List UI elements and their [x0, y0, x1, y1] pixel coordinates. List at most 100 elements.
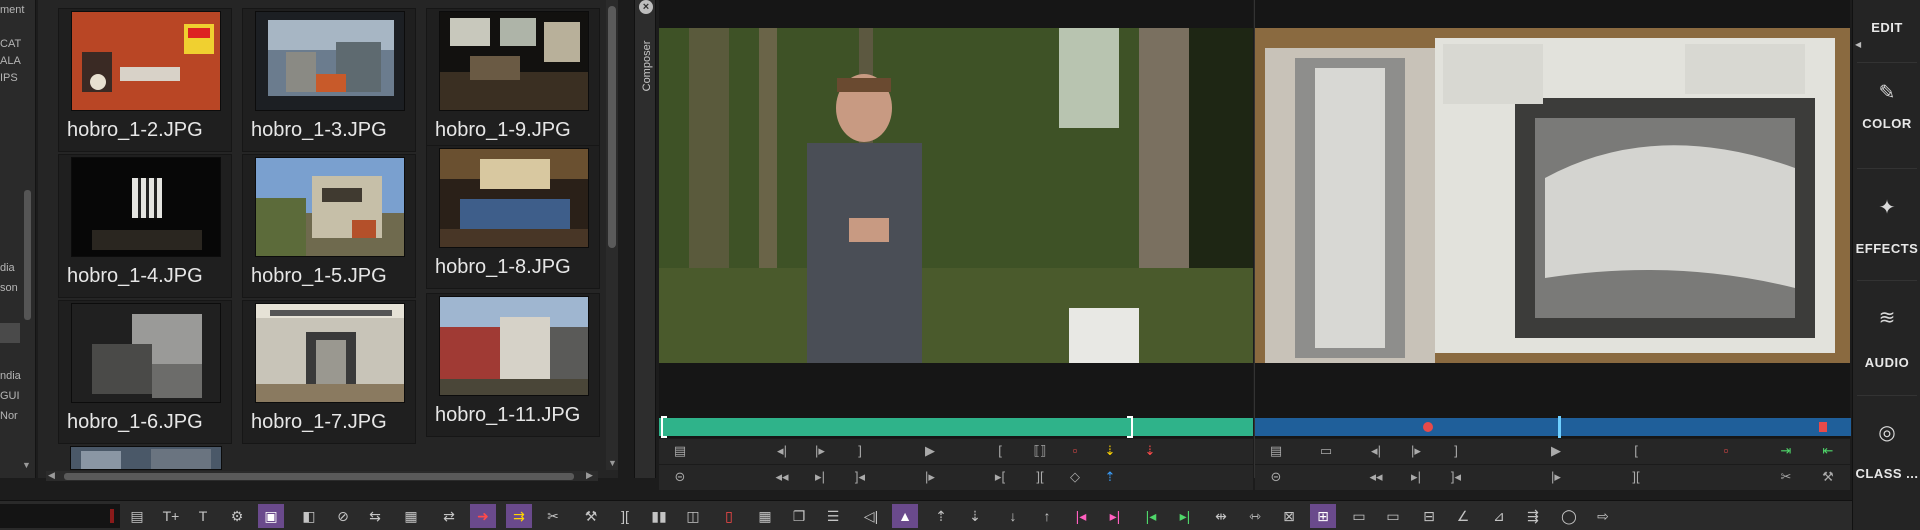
reorder-icon[interactable]: ⇆: [362, 504, 388, 528]
angle-icon[interactable]: ∠: [1450, 504, 1476, 528]
go-to-in-icon[interactable]: ▸|: [809, 469, 831, 485]
workspace-audio[interactable]: ≋ AUDIO: [1853, 305, 1920, 370]
clear-marks-icon[interactable]: ▫: [1715, 443, 1737, 458]
rewind-icon[interactable]: ◂◂: [1365, 469, 1387, 485]
project-item-label[interactable]: son: [0, 282, 18, 294]
segment-icon[interactable]: ⚒: [1817, 469, 1839, 485]
circle-icon[interactable]: ◯: [1556, 504, 1582, 528]
splice-in-icon[interactable]: ⇣: [1099, 443, 1121, 459]
project-item-label[interactable]: IPS: [0, 72, 18, 84]
trim-green-icon[interactable]: |◂: [1138, 504, 1164, 528]
bin-clip-thumbnail[interactable]: hobro_1-7.JPG: [242, 300, 416, 444]
bin-clip-thumbnail[interactable]: [70, 446, 222, 470]
arrow-up-icon[interactable]: ↑: [1034, 504, 1060, 528]
bin-clip-thumbnail[interactable]: hobro_1-2.JPG: [58, 8, 232, 152]
mark-out-icon[interactable]: ]: [1445, 443, 1467, 458]
lift-icon[interactable]: ⇡: [1099, 469, 1121, 485]
speed-icon[interactable]: ⇶: [1520, 504, 1546, 528]
go-to-out-icon[interactable]: ]◂: [1445, 469, 1467, 485]
trim-both-icon[interactable]: ▮▮: [646, 504, 672, 528]
close-icon[interactable]: ×: [639, 0, 653, 14]
marker-icon[interactable]: ▯: [716, 504, 742, 528]
add-text-icon[interactable]: T+: [158, 504, 184, 528]
step-forward-icon[interactable]: |▸: [809, 443, 831, 459]
project-item-label[interactable]: ndia: [0, 370, 21, 382]
trim-pink-right-icon[interactable]: ▸|: [1102, 504, 1128, 528]
triangle-tool-icon[interactable]: ▲: [892, 504, 918, 528]
trim-icon[interactable]: ][: [1625, 469, 1647, 484]
overwrite-icon[interactable]: ➜: [470, 504, 496, 528]
fast-forward-icon[interactable]: |▸: [1545, 469, 1567, 485]
multicam-icon[interactable]: ⊠: [1276, 504, 1302, 528]
splice-icon[interactable]: ⇉: [506, 504, 532, 528]
bin-vertical-scroll-thumb[interactable]: [608, 6, 616, 248]
scroll-down-arrow-icon[interactable]: ▼: [608, 458, 617, 468]
render-icon[interactable]: ▭: [1380, 504, 1406, 528]
source-timeline-bar[interactable]: [659, 418, 1253, 436]
bin-clip-thumbnail[interactable]: hobro_1-4.JPG: [58, 154, 232, 298]
previous-edit-icon[interactable]: ◁|: [858, 504, 884, 528]
bin-clip-thumbnail[interactable]: hobro_1-5.JPG: [242, 154, 416, 298]
mirror-icon[interactable]: ⊿: [1486, 504, 1512, 528]
lift-icon[interactable]: ⇡: [928, 504, 954, 528]
slide-icon[interactable]: ⇿: [1242, 504, 1268, 528]
split-view-icon[interactable]: ◧: [296, 504, 322, 528]
play-icon[interactable]: ▶: [919, 443, 941, 459]
trim-green-right-icon[interactable]: ▸|: [1172, 504, 1198, 528]
bin-clip-thumbnail[interactable]: hobro_1-3.JPG: [242, 8, 416, 152]
mark-out-icon[interactable]: ]: [849, 443, 871, 458]
overwrite-icon[interactable]: ⇣: [1139, 443, 1161, 459]
timeline-menu-icon[interactable]: ▤: [124, 504, 150, 528]
step-back-icon[interactable]: ◂|: [1365, 443, 1387, 459]
marker-icon[interactable]: [1423, 422, 1433, 432]
clear-marks-icon[interactable]: ▫: [1064, 443, 1086, 458]
bin-horizontal-scroll-thumb[interactable]: [64, 473, 574, 480]
no-entry-icon[interactable]: ⊘: [330, 504, 356, 528]
trim-icon[interactable]: ][: [1029, 469, 1051, 484]
clip-menu-icon[interactable]: ▤: [669, 443, 691, 459]
project-item-selected[interactable]: [0, 323, 20, 343]
quad-split-icon[interactable]: ▭: [1315, 443, 1337, 459]
trim-pink-icon[interactable]: |◂: [1068, 504, 1094, 528]
mark-in-marker[interactable]: [661, 416, 667, 438]
project-scrollbar[interactable]: [24, 190, 31, 320]
rewind-icon[interactable]: ◂◂: [771, 469, 793, 485]
project-item-label[interactable]: dia: [0, 262, 15, 274]
step-back-icon[interactable]: ◂|: [771, 443, 793, 459]
position-indicator[interactable]: [1558, 416, 1561, 438]
scroll-down-arrow-icon[interactable]: ▼: [22, 460, 31, 470]
project-item-label[interactable]: ment: [0, 4, 24, 16]
trim-left-icon[interactable]: ][: [612, 504, 638, 528]
scroll-left-arrow-icon[interactable]: ◀: [48, 470, 55, 481]
bin-clip-thumbnail[interactable]: hobro_1-6.JPG: [58, 300, 232, 444]
composer-side-tab[interactable]: × Composer: [634, 0, 656, 478]
cut-icon[interactable]: ✂: [1775, 469, 1797, 485]
project-item-label[interactable]: GUI: [0, 390, 20, 402]
project-item-label[interactable]: CAT: [0, 38, 21, 50]
bin-clip-thumbnail[interactable]: hobro_1-9.JPG: [426, 8, 600, 152]
step-forward-icon[interactable]: |▸: [1405, 443, 1427, 459]
arrow-down-icon[interactable]: ↓: [1000, 504, 1026, 528]
workspace-edit[interactable]: EDIT: [1853, 20, 1920, 35]
collapse-arrow-icon[interactable]: ◀: [1855, 40, 1861, 49]
go-to-out-icon[interactable]: ]◂: [849, 469, 871, 485]
extract-icon[interactable]: ⇣: [962, 504, 988, 528]
copy-icon[interactable]: ❐: [786, 504, 812, 528]
link-icon[interactable]: ⊝: [1265, 469, 1287, 485]
scroll-right-arrow-icon[interactable]: ▶: [586, 470, 593, 481]
record-timeline-bar[interactable]: [1255, 418, 1851, 436]
project-item-label[interactable]: ALA: [0, 55, 21, 67]
export-icon[interactable]: ⇨: [1590, 504, 1616, 528]
segment-tool-icon[interactable]: ⚒: [578, 504, 604, 528]
mark-out-marker[interactable]: [1127, 416, 1133, 438]
sort-icon[interactable]: ⇄: [436, 504, 462, 528]
record-monitor[interactable]: ▤ ▭ ◂| |▸ ] ▶ [ ▫ ⇥ ⇤ ⊝ ◂◂ ▸| ]◂ |▸ ][ ✂…: [1254, 0, 1851, 490]
slip-icon[interactable]: ⇹: [1208, 504, 1234, 528]
workspace-color[interactable]: ✎ COLOR: [1853, 80, 1920, 131]
mark-clip-icon[interactable]: ⟦⟧: [1029, 443, 1051, 459]
clip-menu-icon[interactable]: ▤: [1265, 443, 1287, 459]
align-icon[interactable]: ⊟: [1416, 504, 1442, 528]
add-edit-icon[interactable]: ⇥: [1775, 443, 1797, 459]
replace-icon[interactable]: ◇: [1064, 469, 1086, 485]
fast-forward-icon[interactable]: |▸: [919, 469, 941, 485]
